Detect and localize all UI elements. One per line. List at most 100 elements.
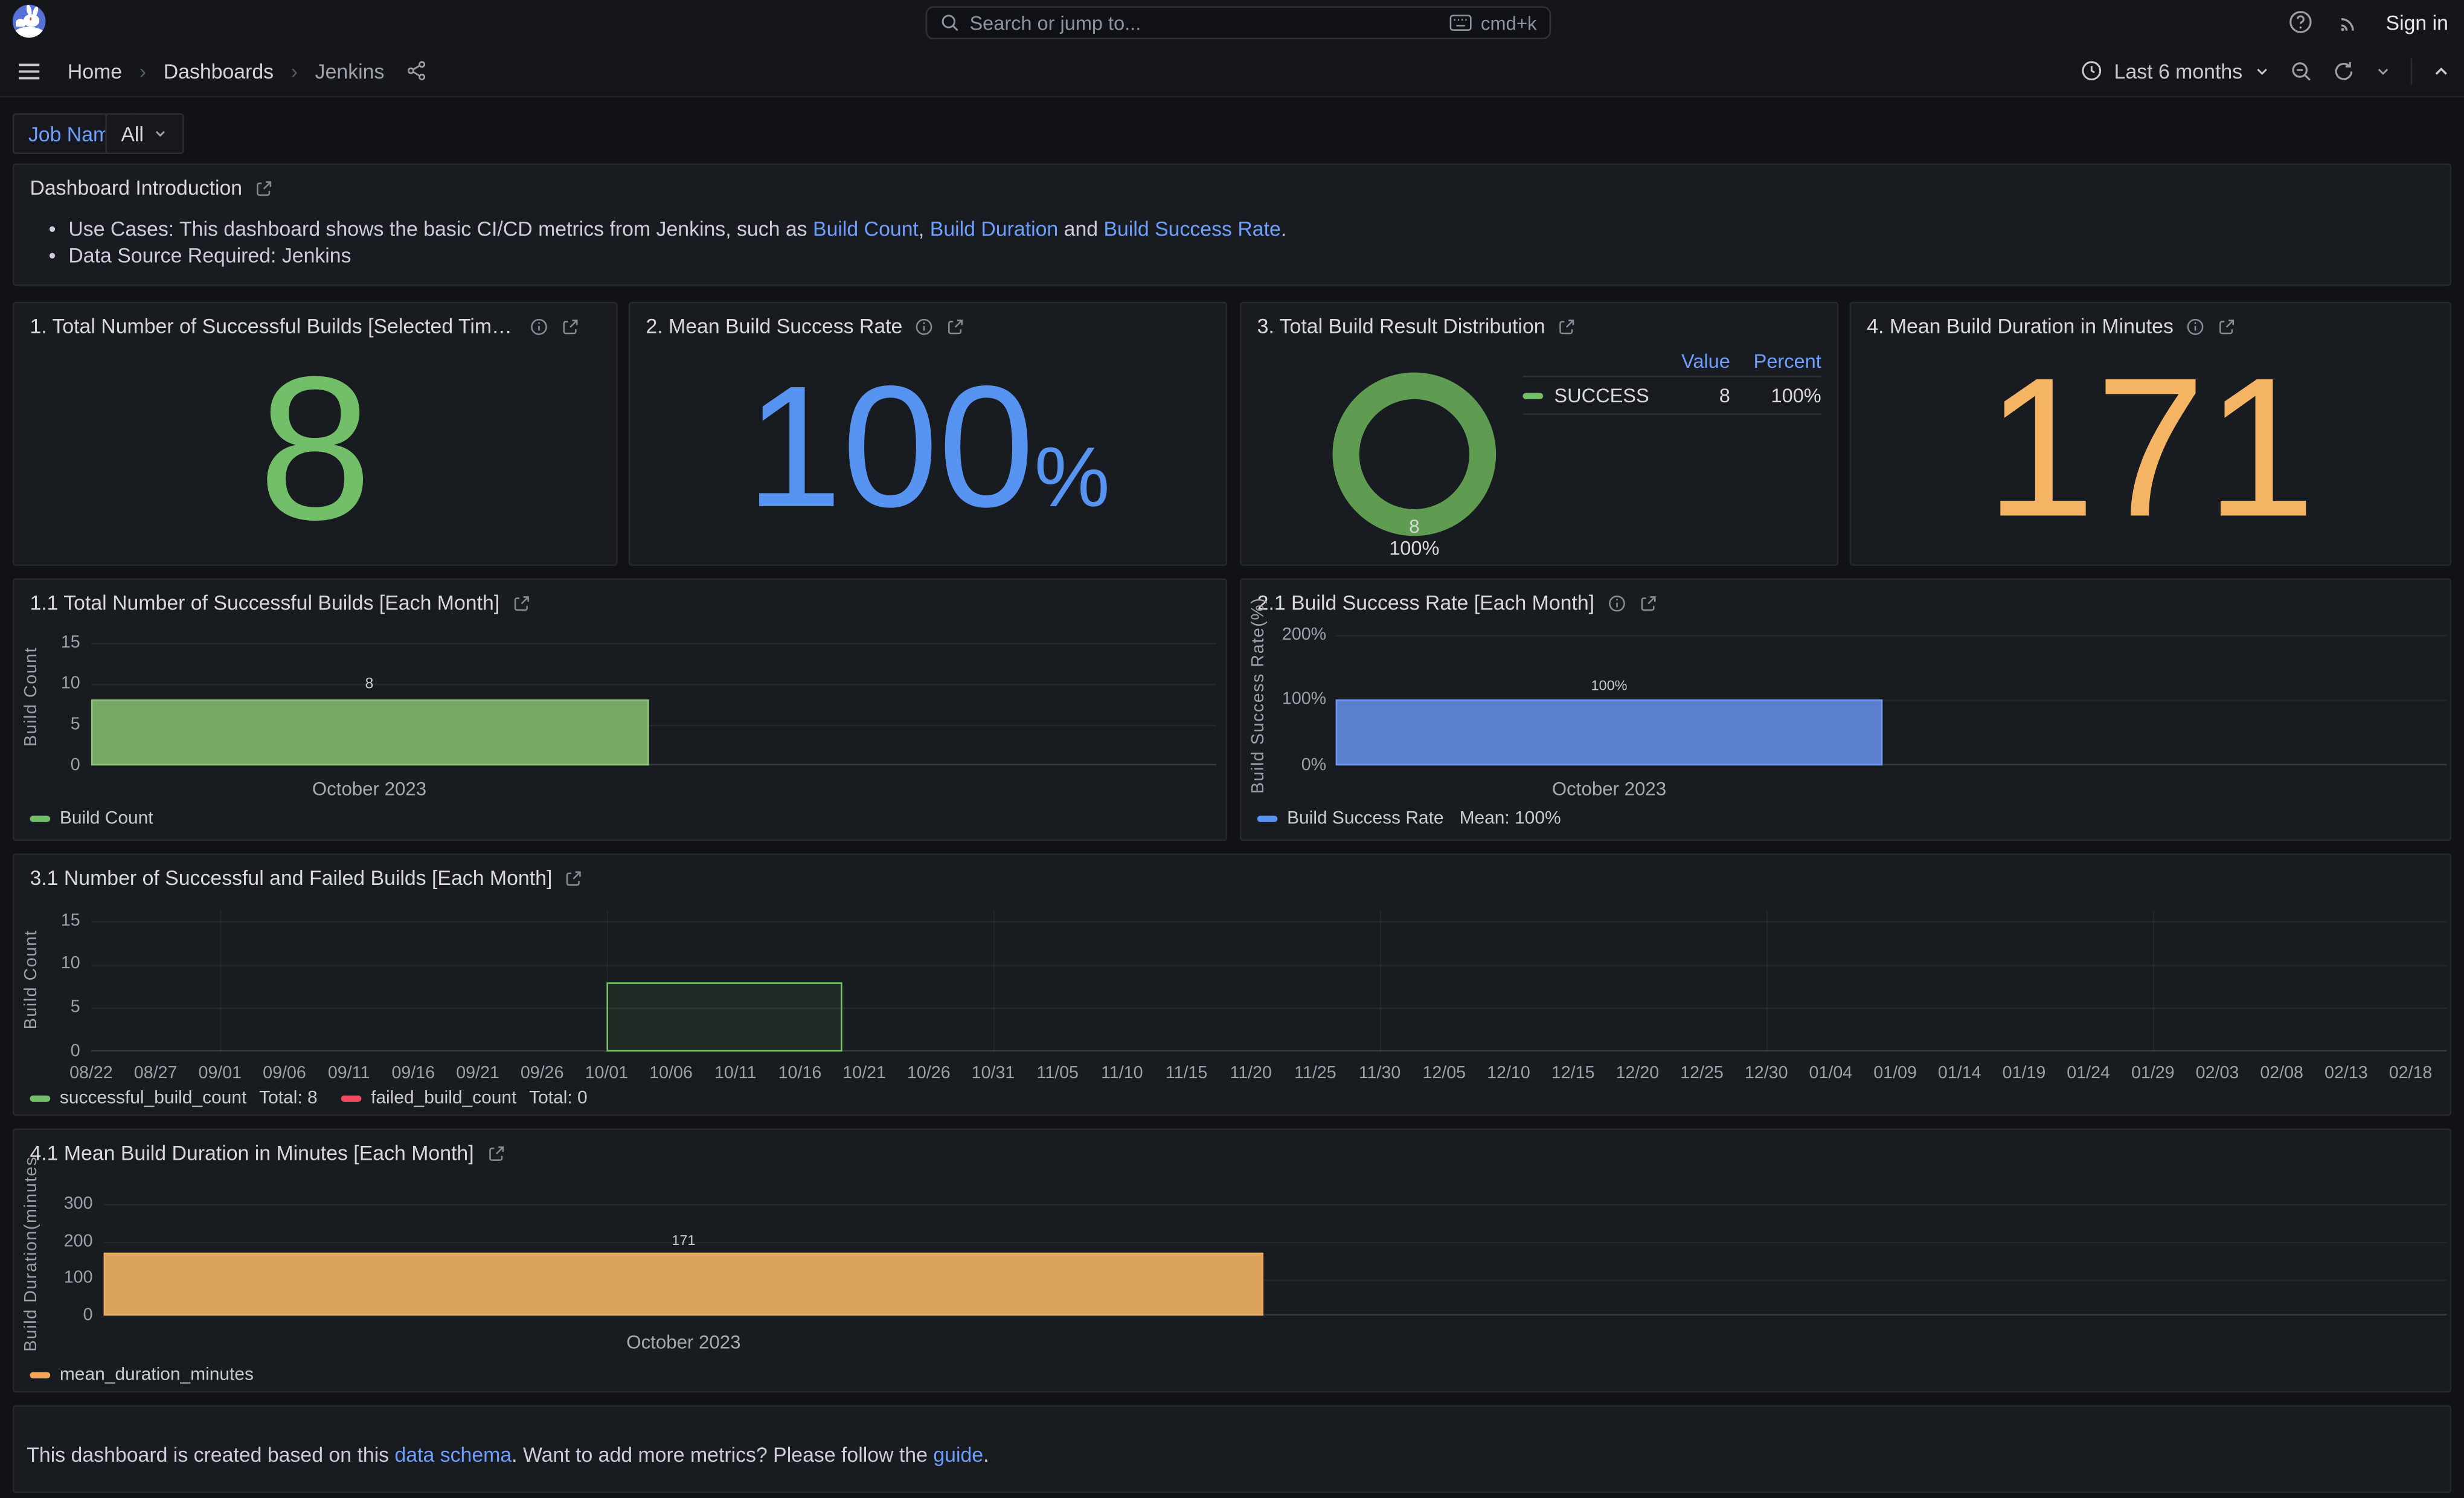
- x-tick: 01/24: [2067, 1064, 2110, 1083]
- link-data-schema[interactable]: data schema: [394, 1443, 512, 1467]
- legend-row-success[interactable]: SUCCESS 8 100%: [1522, 376, 1821, 415]
- legend-label: failed_build_count: [371, 1089, 516, 1108]
- bar-success-rate[interactable]: [1336, 699, 1883, 765]
- y-tick: 5: [36, 715, 80, 734]
- chart-legend: Build Count: [30, 809, 153, 828]
- external-link-icon[interactable]: [946, 317, 965, 335]
- x-tick: 12/25: [1680, 1064, 1724, 1083]
- y-tick: 100%: [1260, 690, 1326, 709]
- panel-title: Dashboard Introduction: [30, 176, 242, 199]
- legend-item-build-count[interactable]: Build Count: [30, 809, 153, 828]
- breadcrumb-home[interactable]: Home: [68, 59, 122, 83]
- panel-total-successful-builds: 1. Total Number of Successful Builds [Se…: [13, 302, 618, 566]
- y-tick: 0%: [1260, 756, 1326, 775]
- grafana-logo[interactable]: [13, 5, 46, 38]
- time-range-label: Last 6 months: [2114, 59, 2242, 83]
- y-tick: 0: [42, 1306, 92, 1325]
- legend-total: Total: 8: [259, 1089, 317, 1108]
- x-tick: 10/31: [972, 1064, 1015, 1083]
- y-tick: 15: [36, 634, 80, 652]
- variable-value-dropdown[interactable]: All: [105, 113, 184, 154]
- external-link-icon[interactable]: [561, 317, 580, 335]
- link-build-count[interactable]: Build Count: [813, 217, 919, 240]
- y-tick: 0: [36, 756, 80, 775]
- bar-successful-builds[interactable]: [606, 982, 842, 1051]
- link-guide[interactable]: guide: [933, 1443, 983, 1467]
- chart-plot-area[interactable]: 100%: [1336, 635, 2447, 765]
- info-icon[interactable]: [2186, 317, 2205, 335]
- search-placeholder: Search or jump to...: [969, 12, 1440, 34]
- x-tick: 11/30: [1359, 1064, 1401, 1083]
- external-link-icon[interactable]: [1638, 593, 1657, 612]
- chart-legend: mean_duration_minutes: [30, 1366, 254, 1384]
- news-rss-icon[interactable]: [2337, 10, 2363, 35]
- legend-item-mean-duration[interactable]: mean_duration_minutes: [30, 1366, 254, 1384]
- refresh-interval-chevron-icon[interactable]: [2375, 62, 2392, 80]
- external-link-icon[interactable]: [255, 178, 274, 197]
- chart-plot-area[interactable]: 171: [104, 1199, 2447, 1316]
- x-tick: 02/18: [2389, 1064, 2433, 1083]
- x-tick: 11/20: [1230, 1064, 1272, 1083]
- panel-mean-build-success-rate: 2. Mean Build Success Rate 100 %: [629, 302, 1227, 566]
- footer-text: This dashboard is created based on this …: [27, 1443, 989, 1467]
- zoom-out-icon[interactable]: [2289, 59, 2313, 83]
- refresh-icon[interactable]: [2332, 59, 2355, 83]
- external-link-icon[interactable]: [486, 1143, 505, 1162]
- search-shortcut: cmd+k: [1449, 12, 1537, 34]
- panel-title: 4. Mean Build Duration in Minutes: [1867, 314, 2174, 338]
- bar-mean-duration[interactable]: [104, 1253, 1263, 1316]
- shortcut-label: cmd+k: [1481, 12, 1537, 34]
- legend-percent: 100%: [1730, 384, 1821, 406]
- link-build-success-rate[interactable]: Build Success Rate: [1103, 217, 1280, 240]
- external-link-icon[interactable]: [565, 869, 583, 887]
- panel-successful-failed-builds: 3.1 Number of Successful and Failed Buil…: [13, 853, 2451, 1116]
- donut-percent-label: 100%: [1242, 538, 1587, 559]
- legend-mean: Mean: 100%: [1460, 809, 1561, 828]
- collapse-chevron-up-icon[interactable]: [2431, 60, 2451, 81]
- legend-item-successful[interactable]: successful_build_count Total: 8: [30, 1089, 317, 1108]
- chart-plot-area[interactable]: 8: [91, 630, 1216, 765]
- info-icon[interactable]: [530, 317, 548, 335]
- time-range-picker[interactable]: Last 6 months: [2081, 59, 2271, 83]
- info-icon[interactable]: [915, 317, 934, 335]
- external-link-icon[interactable]: [512, 593, 531, 612]
- menu-hamburger-icon[interactable]: [16, 59, 42, 83]
- chevron-down-icon: [153, 126, 169, 141]
- chart-legend: successful_build_count Total: 8 failed_b…: [30, 1089, 587, 1108]
- external-link-icon[interactable]: [2218, 317, 2236, 335]
- help-icon[interactable]: [2288, 10, 2314, 35]
- breadcrumb-current: Jenkins: [315, 59, 385, 83]
- y-tick: 10: [36, 954, 80, 972]
- donut-chart-success[interactable]: [1333, 373, 1497, 536]
- external-link-icon[interactable]: [1558, 317, 1576, 335]
- intro-text: Data Source Required: Jenkins: [68, 243, 351, 267]
- x-tick: 01/09: [1873, 1064, 1917, 1083]
- legend-item-success-rate[interactable]: Build Success Rate Mean: 100%: [1257, 809, 1561, 828]
- y-tick: 5: [36, 998, 80, 1017]
- legend-col-value[interactable]: Value: [1661, 350, 1730, 372]
- panel-footer-note: This dashboard is created based on this …: [13, 1405, 2451, 1493]
- y-tick: 100: [42, 1268, 92, 1287]
- x-tick: 12/30: [1745, 1064, 1788, 1083]
- search-input[interactable]: Search or jump to... cmd+k: [926, 6, 1551, 39]
- panel-mean-build-duration: 4. Mean Build Duration in Minutes 171: [1850, 302, 2452, 566]
- sign-in-button[interactable]: Sign in: [2386, 10, 2448, 34]
- x-tick: 11/05: [1036, 1064, 1079, 1083]
- x-tick: 09/11: [328, 1064, 370, 1083]
- legend-col-percent[interactable]: Percent: [1730, 350, 1821, 372]
- share-icon[interactable]: [405, 60, 426, 82]
- x-tick: 01/14: [1938, 1064, 1981, 1083]
- panel-successful-builds-each-month: 1.1 Total Number of Successful Builds [E…: [13, 579, 1227, 841]
- x-tick: 12/15: [1551, 1064, 1595, 1083]
- panel-title: 2. Mean Build Success Rate: [646, 314, 902, 338]
- x-tick: 08/27: [134, 1064, 178, 1083]
- chart-plot-area[interactable]: 08/22 08/27 09/01 09/06 09/11 09/16 09/2…: [91, 910, 2446, 1052]
- info-icon[interactable]: [1607, 593, 1626, 612]
- bar-build-count[interactable]: [91, 699, 649, 765]
- panel-title: 1.1 Total Number of Successful Builds [E…: [30, 591, 499, 614]
- link-build-duration[interactable]: Build Duration: [930, 217, 1058, 240]
- legend-item-failed[interactable]: failed_build_count Total: 0: [341, 1089, 588, 1108]
- legend-swatch: [1257, 815, 1278, 821]
- x-tick: 12/05: [1422, 1064, 1466, 1083]
- breadcrumb-dashboards[interactable]: Dashboards: [164, 59, 274, 83]
